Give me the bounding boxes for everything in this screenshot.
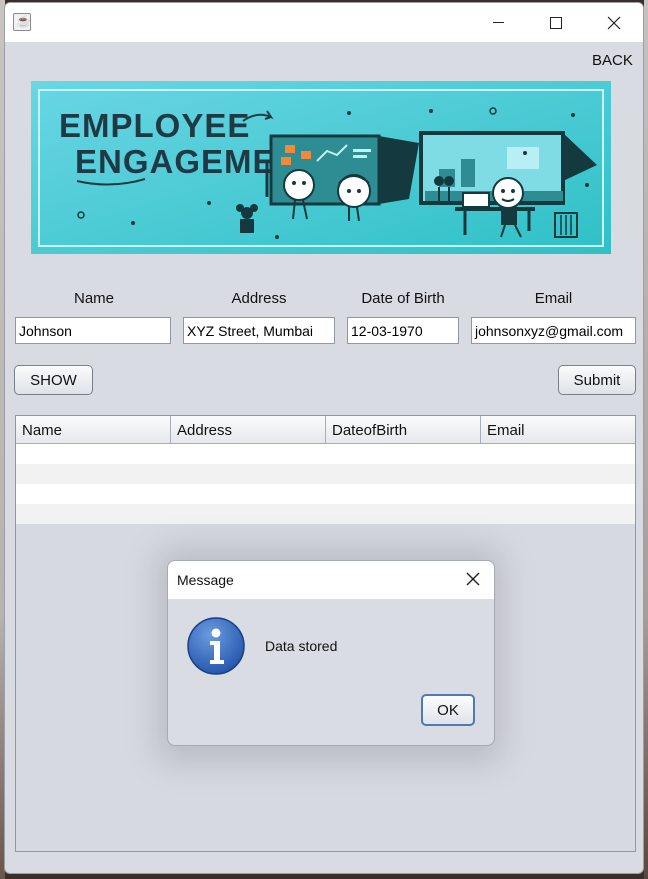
dob-label: Date of Birth [361, 290, 445, 307]
name-label: Name [73, 290, 114, 307]
column-header-email[interactable]: Email [481, 416, 635, 443]
email-field[interactable]: johnsonxyz@gmail.com [471, 317, 636, 344]
banner-title-line1: EMPLOYEE [59, 107, 250, 144]
dialog-title: Message [177, 572, 234, 588]
column-header-name[interactable]: Name [16, 416, 171, 443]
maximize-icon [550, 16, 562, 29]
maximize-button[interactable] [533, 3, 579, 42]
ok-button[interactable]: OK [421, 694, 475, 726]
show-button[interactable]: SHOW [14, 365, 93, 395]
table-row[interactable] [16, 484, 635, 504]
close-window-button[interactable] [591, 3, 637, 42]
table-row[interactable] [16, 464, 635, 484]
email-label: Email [534, 290, 573, 307]
table-row[interactable] [16, 504, 635, 524]
java-cup-icon: ☕ [13, 13, 31, 31]
name-field[interactable]: Johnson [15, 317, 171, 344]
column-header-address[interactable]: Address [171, 416, 326, 443]
close-icon [607, 16, 621, 29]
message-dialog: Message Data stored OK [167, 560, 495, 746]
table-header: Name Address DateofBirth Email [16, 416, 635, 444]
app-window: ☕ BACK EMPLOYEE ENGAGEMENT Name Address … [4, 2, 644, 874]
address-field[interactable]: XYZ Street, Mumbai [183, 317, 335, 344]
submit-button[interactable]: Submit [558, 365, 636, 395]
column-header-dob[interactable]: DateofBirth [326, 416, 481, 443]
desktop-background-right [644, 0, 648, 879]
table-row[interactable] [16, 444, 635, 464]
dialog-title-bar: Message [168, 561, 494, 599]
employee-engagement-banner: EMPLOYEE ENGAGEMENT [31, 81, 611, 254]
title-bar: ☕ [5, 3, 643, 42]
dob-field[interactable]: 12-03-1970 [347, 317, 459, 344]
close-icon[interactable] [463, 569, 483, 589]
address-label: Address [231, 290, 287, 307]
dialog-message: Data stored [265, 638, 338, 654]
back-link[interactable]: BACK [592, 52, 633, 69]
minimize-icon [492, 22, 504, 23]
info-icon [187, 617, 245, 675]
minimize-button[interactable] [475, 3, 521, 42]
